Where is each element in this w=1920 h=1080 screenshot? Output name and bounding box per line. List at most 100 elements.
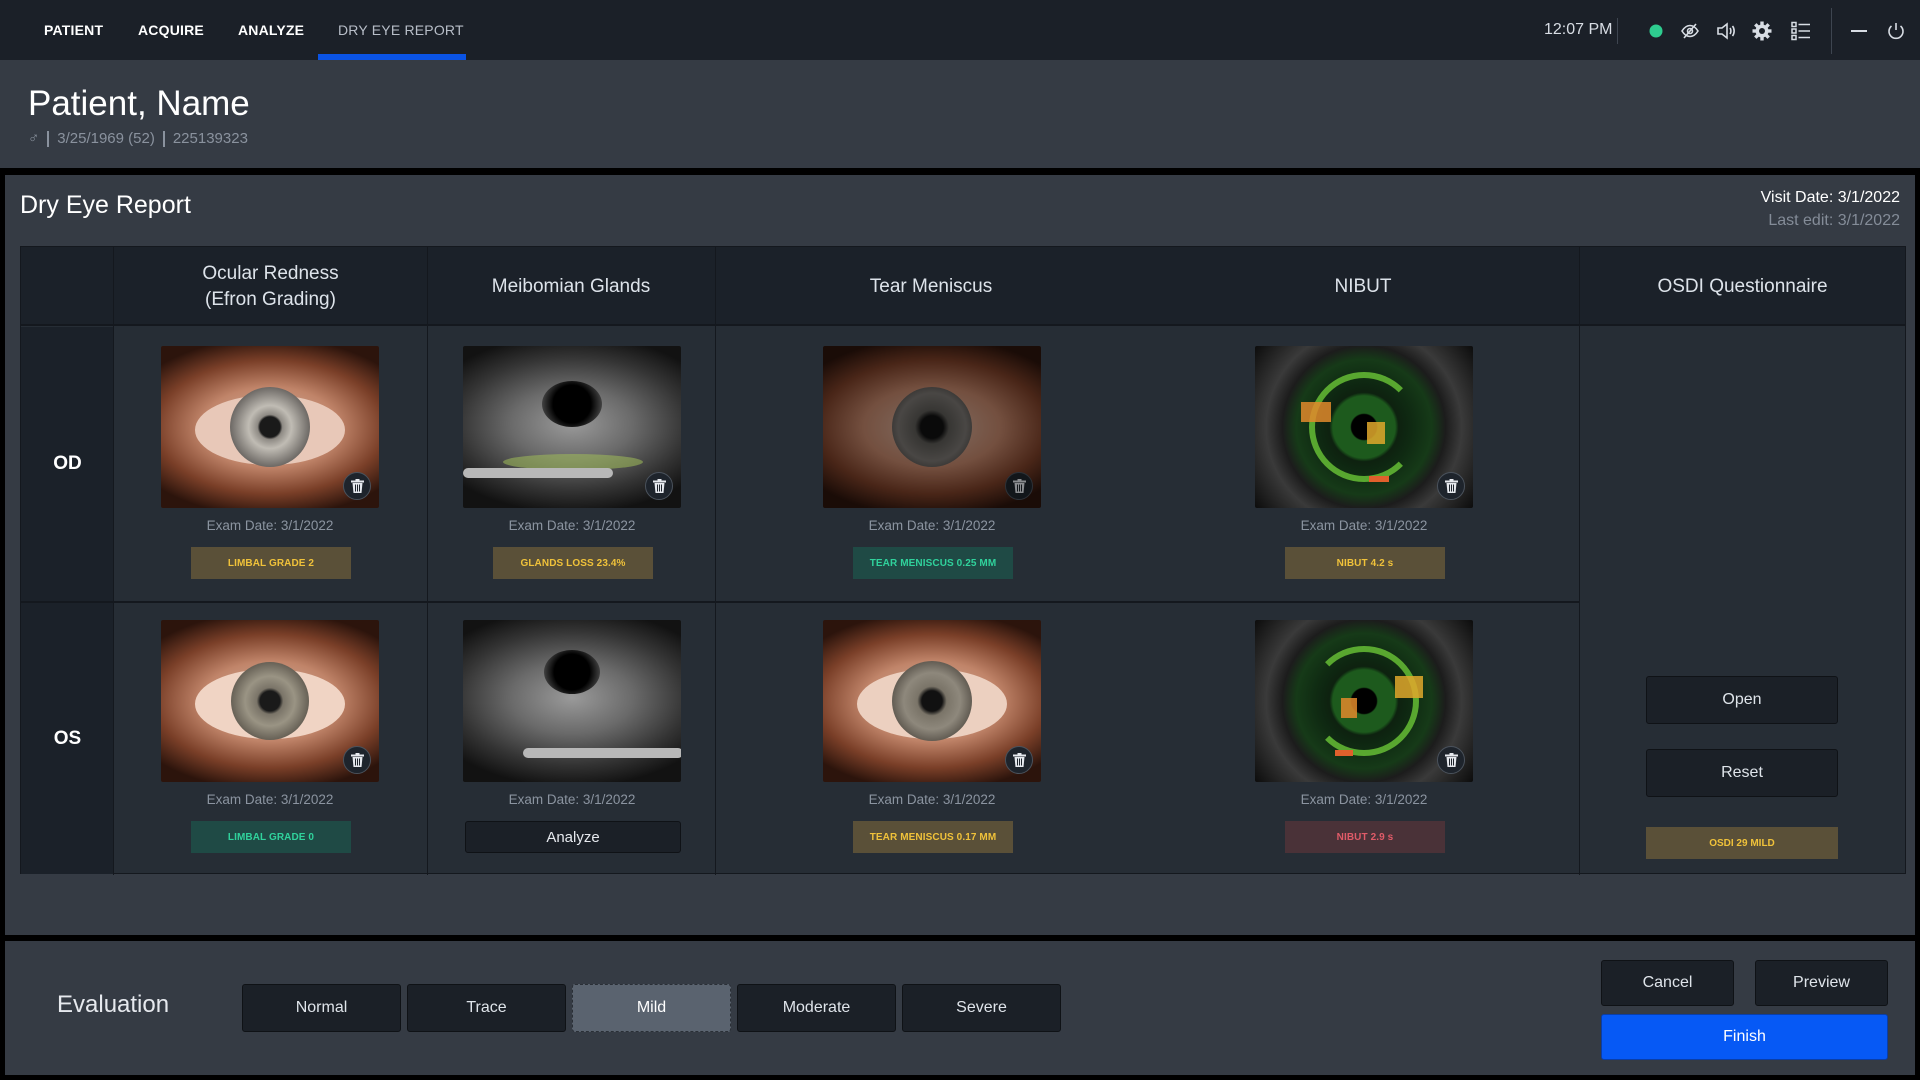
breakup-zone xyxy=(1369,476,1389,482)
exam-date: Exam Date: 3/1/2022 xyxy=(508,518,636,533)
pupil xyxy=(544,649,600,694)
breakup-zone xyxy=(1367,422,1385,444)
separator xyxy=(47,130,50,147)
delete-image-button[interactable] xyxy=(1437,746,1465,774)
result-badge: LIMBAL GRADE 2 xyxy=(191,547,351,579)
evaluation-severe-button[interactable]: Severe xyxy=(902,984,1061,1032)
od-ocular-redness-image[interactable] xyxy=(161,346,379,508)
delete-image-button[interactable] xyxy=(645,472,673,500)
divider xyxy=(1831,8,1832,54)
tab-patient[interactable]: PATIENT xyxy=(44,0,103,60)
os-tear-meniscus-cell: Exam Date: 3/1/2022 TEAR MENISCUS 0.17 M… xyxy=(823,620,1043,853)
breakup-zone xyxy=(1341,698,1357,718)
osdi-open-button[interactable]: Open xyxy=(1646,676,1838,724)
column-header-tear-meniscus: Tear Meniscus xyxy=(869,275,993,297)
finish-button[interactable]: Finish xyxy=(1601,1014,1888,1060)
pupil xyxy=(542,381,602,428)
row-label-od: OD xyxy=(21,327,114,601)
delete-image-button[interactable] xyxy=(1005,472,1033,500)
nibut-map xyxy=(1309,372,1419,482)
divider xyxy=(427,247,428,875)
breakup-zone xyxy=(1301,402,1331,422)
tab-analyze[interactable]: ANALYZE xyxy=(238,0,304,60)
os-ocular-redness-image[interactable] xyxy=(161,620,379,782)
evaluation-mild-button[interactable]: Mild xyxy=(572,984,731,1032)
dry-eye-report-panel: Dry Eye Report Visit Date: 3/1/2022 Last… xyxy=(5,175,1915,935)
column-header-osdi: OSDI Questionnaire xyxy=(1657,275,1828,297)
visit-date: Visit Date: 3/1/2022 xyxy=(1760,189,1900,206)
delete-image-button[interactable] xyxy=(1005,746,1033,774)
result-badge: NIBUT 4.2 s xyxy=(1285,547,1445,579)
patient-dob: 3/25/1969 (52) xyxy=(57,130,155,147)
od-meibomian-cell: Exam Date: 3/1/2022 GLANDS LOSS 23.4% xyxy=(463,346,683,579)
status-dot-icon xyxy=(1643,18,1669,44)
result-badge: TEAR MENISCUS 0.25 MM xyxy=(853,547,1013,579)
tab-acquire[interactable]: ACQUIRE xyxy=(138,0,204,60)
patient-info: ♂ 3/25/1969 (52) 225139323 xyxy=(28,130,248,147)
exam-date: Exam Date: 3/1/2022 xyxy=(1300,518,1428,533)
report-title: Dry Eye Report xyxy=(20,191,191,219)
evaluation-moderate-button[interactable]: Moderate xyxy=(737,984,896,1032)
delete-image-button[interactable] xyxy=(343,472,371,500)
list-icon[interactable] xyxy=(1788,18,1814,44)
result-badge: LIMBAL GRADE 0 xyxy=(191,821,351,853)
divider xyxy=(113,247,114,875)
result-badge: TEAR MENISCUS 0.17 MM xyxy=(853,821,1013,853)
patient-name: Patient, Name xyxy=(28,84,250,123)
divider xyxy=(715,247,716,875)
exam-date: Exam Date: 3/1/2022 xyxy=(868,792,996,807)
nibut-map xyxy=(1309,646,1419,756)
iris xyxy=(230,387,310,467)
iris xyxy=(892,387,972,467)
report-table: Ocular Redness (Efron Grading) Meibomian … xyxy=(20,246,1906,875)
osdi-result-badge: OSDI 29 MILD xyxy=(1646,827,1838,859)
top-nav-bar: PATIENT ACQUIRE ANALYZE DRY EYE REPORT 1… xyxy=(0,0,1920,60)
breakup-zone xyxy=(1395,676,1423,698)
delete-image-button[interactable] xyxy=(343,746,371,774)
os-meibomian-cell: Exam Date: 3/1/2022 Analyze xyxy=(463,620,683,853)
eye-off-icon[interactable] xyxy=(1677,18,1703,44)
od-nibut-image[interactable] xyxy=(1255,346,1473,508)
sex-icon: ♂ xyxy=(28,130,40,147)
od-meibomian-image[interactable] xyxy=(463,346,681,508)
evaluation-label: Evaluation xyxy=(57,991,170,1018)
evaluation-normal-button[interactable]: Normal xyxy=(242,984,401,1032)
analyze-button[interactable]: Analyze xyxy=(465,821,681,853)
od-tear-meniscus-cell: Exam Date: 3/1/2022 TEAR MENISCUS 0.25 M… xyxy=(823,346,1043,579)
speaker-icon[interactable] xyxy=(1713,18,1739,44)
exam-date: Exam Date: 3/1/2022 xyxy=(1300,792,1428,807)
os-tear-meniscus-image[interactable] xyxy=(823,620,1041,782)
patient-id: 225139323 xyxy=(172,130,248,147)
osdi-reset-button[interactable]: Reset xyxy=(1646,749,1838,797)
breakup-zone xyxy=(1335,750,1353,756)
os-meibomian-image[interactable] xyxy=(463,620,681,782)
power-icon[interactable] xyxy=(1883,18,1909,44)
probe xyxy=(463,468,613,478)
column-header-nibut: NIBUT xyxy=(1334,275,1392,297)
evaluation-bar: Evaluation Normal Trace Mild Moderate Se… xyxy=(5,941,1915,1075)
delete-image-button[interactable] xyxy=(1437,472,1465,500)
preview-button[interactable]: Preview xyxy=(1755,960,1888,1006)
exam-date: Exam Date: 3/1/2022 xyxy=(508,792,636,807)
os-ocular-redness-cell: Exam Date: 3/1/2022 LIMBAL GRADE 0 xyxy=(161,620,381,853)
column-header-meibomian-glands: Meibomian Glands xyxy=(491,275,651,297)
iris xyxy=(231,662,309,740)
clock: 12:07 PM xyxy=(1544,21,1613,38)
tab-dry-eye-report[interactable]: DRY EYE REPORT xyxy=(338,0,464,60)
minimize-icon[interactable] xyxy=(1846,18,1872,44)
patient-header: Patient, Name ♂ 3/25/1969 (52) 225139323 xyxy=(0,60,1920,168)
column-header-line: Ocular Redness xyxy=(202,262,339,284)
od-tear-meniscus-image[interactable] xyxy=(823,346,1041,508)
evaluation-trace-button[interactable]: Trace xyxy=(407,984,566,1032)
table-header-row: Ocular Redness (Efron Grading) Meibomian … xyxy=(21,247,1905,326)
iris xyxy=(892,661,972,741)
result-badge: NIBUT 2.9 s xyxy=(1285,821,1445,853)
exam-date: Exam Date: 3/1/2022 xyxy=(206,792,334,807)
result-badge: GLANDS LOSS 23.4% xyxy=(493,547,653,579)
os-nibut-image[interactable] xyxy=(1255,620,1473,782)
gear-icon[interactable] xyxy=(1749,18,1775,44)
cancel-button[interactable]: Cancel xyxy=(1601,960,1734,1006)
od-nibut-cell: Exam Date: 3/1/2022 NIBUT 4.2 s xyxy=(1255,346,1475,579)
divider xyxy=(21,601,1579,603)
last-edit-date: Last edit: 3/1/2022 xyxy=(1768,212,1900,229)
